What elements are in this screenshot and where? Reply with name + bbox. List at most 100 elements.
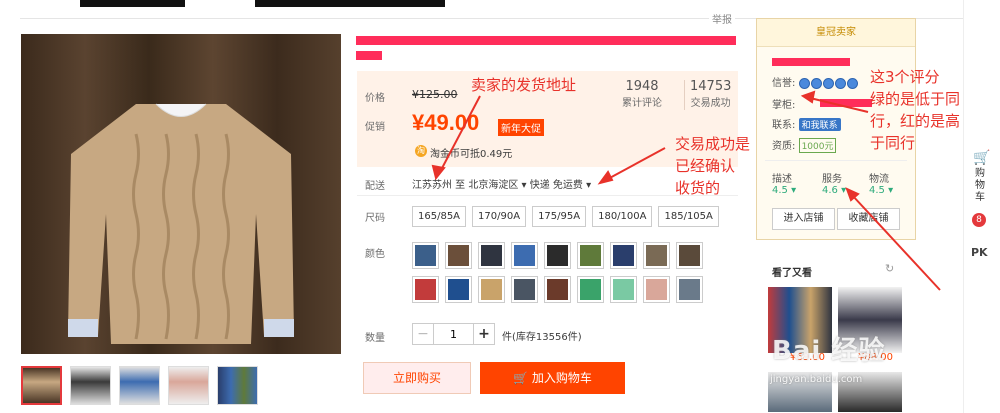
color-swatch[interactable]	[445, 242, 472, 269]
shop-badge: 皇冠卖家	[757, 19, 915, 47]
shipping-info[interactable]: 江苏苏州 至 北京海淀区 ▾ 快递 免运费 ▾	[412, 176, 591, 191]
swatch-fill	[613, 245, 634, 266]
promo-price: ¥49.00	[412, 110, 480, 135]
add-to-cart-button[interactable]: 🛒 加入购物车	[480, 362, 625, 394]
size-option[interactable]: 175/95A	[532, 206, 587, 227]
keeper-name-redacted	[820, 99, 872, 107]
thumbnail[interactable]	[70, 366, 111, 405]
add-to-cart-label: 加入购物车	[531, 371, 592, 385]
color-swatch[interactable]	[577, 276, 604, 303]
contact-row: 联系: 和我联系	[772, 116, 841, 131]
swatch-fill	[448, 279, 469, 300]
top-redacted-bar-2	[255, 0, 445, 7]
annotation-address: 卖家的发货地址	[471, 76, 577, 94]
thumbnail[interactable]	[21, 366, 62, 405]
annotation-success: 交易成功是 已经确认 收货的	[675, 135, 751, 197]
size-option[interactable]: 185/105A	[658, 206, 719, 227]
quantity-input[interactable]	[433, 323, 474, 345]
color-swatch[interactable]	[445, 276, 472, 303]
color-swatch[interactable]	[544, 276, 571, 303]
swatch-fill	[580, 245, 601, 266]
contact-label: 联系:	[772, 120, 796, 131]
annotation-ratings: 这3个评分 绿的是低于同 行，红的是高 于同行	[870, 68, 961, 152]
product-title-redacted	[356, 36, 736, 45]
swatch-fill	[481, 245, 502, 266]
color-swatch[interactable]	[478, 242, 505, 269]
promo-label: 促销	[365, 122, 385, 133]
sidebar-cart-label[interactable]: 购物车	[975, 168, 987, 204]
swatch-fill	[415, 279, 436, 300]
color-swatch[interactable]	[511, 276, 538, 303]
swatch-fill	[646, 245, 667, 266]
color-swatch[interactable]	[544, 242, 571, 269]
deals-label: 交易成功	[690, 98, 731, 109]
thumbnail[interactable]	[217, 366, 258, 405]
keeper-row: 掌柜:	[772, 96, 795, 111]
product-title-redacted-2	[356, 51, 382, 60]
color-swatch[interactable]	[676, 276, 703, 303]
color-swatch[interactable]	[643, 276, 670, 303]
color-swatch[interactable]	[676, 242, 703, 269]
buy-now-button[interactable]: 立即购买	[363, 362, 471, 394]
stat-divider	[684, 80, 685, 110]
shop-name-redacted	[772, 58, 850, 66]
color-options	[412, 242, 712, 303]
color-swatch[interactable]	[610, 242, 637, 269]
pk-button[interactable]: PK	[971, 246, 988, 259]
reviews-stat[interactable]: 1948 累计评论	[622, 79, 662, 109]
size-option[interactable]: 165/85A	[412, 206, 467, 227]
diamond-icon	[810, 77, 822, 89]
color-swatch[interactable]	[511, 242, 538, 269]
color-label: 颜色	[365, 249, 385, 260]
plus-icon[interactable]: +	[473, 323, 495, 345]
size-option[interactable]: 170/90A	[472, 206, 527, 227]
minus-icon[interactable]: −	[412, 323, 434, 345]
color-swatch[interactable]	[478, 276, 505, 303]
credit-row: 信誉:	[772, 74, 859, 89]
color-swatch[interactable]	[412, 276, 439, 303]
swatch-fill	[646, 279, 667, 300]
swatch-fill	[481, 279, 502, 300]
reviews-count: 1948	[625, 79, 659, 94]
color-swatch[interactable]	[610, 276, 637, 303]
color-swatch[interactable]	[643, 242, 670, 269]
rating-value: 4.5 ▾	[772, 185, 797, 196]
swatch-fill	[448, 245, 469, 266]
original-price: ¥125.00	[412, 88, 458, 101]
report-link[interactable]: 举报	[709, 11, 735, 26]
favorite-shop-button[interactable]: 收藏店铺	[837, 208, 900, 230]
color-swatch[interactable]	[412, 242, 439, 269]
size-label: 尺码	[365, 213, 385, 224]
watermark-logo: Bai 经验	[772, 336, 886, 366]
delivery-label: 配送	[365, 181, 385, 192]
keeper-label: 掌柜:	[772, 100, 796, 111]
deals-stat[interactable]: 14753 交易成功	[690, 79, 731, 109]
size-option[interactable]: 180/100A	[592, 206, 653, 227]
coupon-text: 淘金币可抵0.49元	[430, 149, 513, 160]
cart-icon[interactable]: 🛒	[973, 150, 990, 166]
refresh-icon[interactable]: ↻	[885, 262, 894, 275]
enter-shop-button[interactable]: 进入店铺	[772, 208, 835, 230]
quantity-label: 数量	[365, 333, 385, 344]
swatch-fill	[415, 245, 436, 266]
diamond-icon	[834, 77, 846, 89]
deals-count: 14753	[690, 79, 732, 94]
rating-value: 4.6 ▾	[822, 185, 847, 196]
diamond-icon	[822, 77, 834, 89]
thumbnail[interactable]	[119, 366, 160, 405]
divider	[765, 160, 907, 161]
shop-rating: 服务 4.6 ▾	[822, 170, 846, 196]
shop-rating: 物流 4.5 ▾	[869, 170, 893, 196]
rating-name: 物流	[869, 174, 889, 185]
diamond-icon	[798, 77, 810, 89]
thumbnail-strip	[21, 366, 258, 405]
swatch-fill	[580, 279, 601, 300]
color-swatch[interactable]	[577, 242, 604, 269]
reviews-label: 累计评论	[622, 98, 662, 109]
deposit-badge: 1000元	[798, 138, 837, 153]
rating-name: 服务	[822, 174, 842, 185]
main-product-image: ⌕	[21, 34, 341, 354]
thumbnail[interactable]	[168, 366, 209, 405]
contact-badge[interactable]: 和我联系	[798, 118, 841, 131]
diamond-icon	[846, 77, 858, 89]
